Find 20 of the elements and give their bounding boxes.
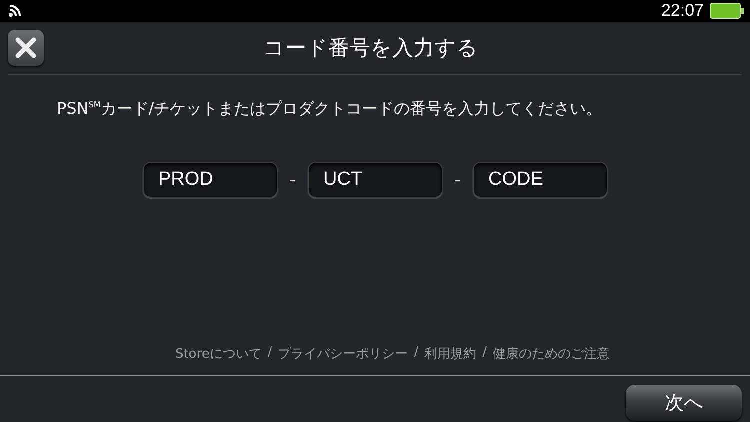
- code-input-field[interactable]: PROD: [142, 162, 278, 198]
- footer-link[interactable]: 利用規約: [424, 345, 477, 363]
- dash-separator: -: [288, 169, 297, 191]
- link-separator: /: [268, 345, 272, 362]
- code-input-field[interactable]: CODE: [472, 162, 608, 198]
- footer-link[interactable]: プライバシーポリシー: [278, 345, 408, 363]
- close-icon: [15, 37, 37, 59]
- next-button[interactable]: 次へ: [626, 385, 742, 421]
- wifi-icon: [8, 4, 24, 18]
- footer-link[interactable]: 健康のためのご注意: [493, 345, 610, 363]
- page-title: コード番号を入力する: [262, 35, 480, 62]
- footer-link[interactable]: Storeについて: [175, 345, 262, 363]
- code-input-field[interactable]: UCT: [308, 162, 442, 198]
- dash-separator: -: [453, 169, 462, 191]
- link-separator: /: [482, 345, 487, 362]
- instruction-text: PSN$^{SM}$カード/チケットまたはプロダクトコードの番号を入力してください。: [57, 99, 604, 120]
- link-separator: /: [414, 345, 419, 362]
- battery-icon: [710, 3, 744, 19]
- close-button[interactable]: [8, 30, 44, 66]
- status-time: 22:07: [661, 1, 704, 21]
